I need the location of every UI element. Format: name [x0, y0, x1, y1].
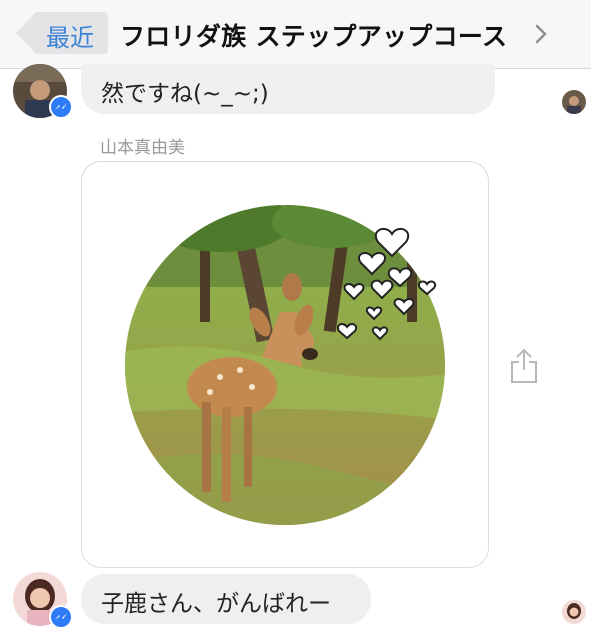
back-button[interactable]: 最近 — [14, 10, 108, 56]
read-receipt-avatar — [562, 600, 586, 624]
message-bubble[interactable]: 然ですね(~_~;) — [81, 64, 495, 114]
sender-name: 山本真由美 — [100, 138, 185, 158]
share-icon[interactable] — [510, 348, 538, 384]
deer-sticker-image — [125, 205, 445, 525]
chevron-right-icon[interactable] — [535, 24, 547, 44]
back-label: 最近 — [46, 24, 94, 52]
message-bubble[interactable]: 子鹿さん、がんばれー — [81, 574, 371, 624]
messenger-badge-icon — [49, 605, 73, 629]
conversation-title[interactable]: フロリダ族 ステップアップコース — [120, 17, 507, 53]
sticker-message[interactable] — [81, 161, 489, 568]
nav-bar: 最近 フロリダ族 ステップアップコース — [0, 0, 591, 69]
message-text: 然ですね(~_~;) — [101, 81, 269, 107]
messenger-badge-icon — [49, 95, 73, 119]
message-text: 子鹿さん、がんばれー — [101, 591, 331, 617]
read-receipt-avatar — [562, 90, 586, 114]
